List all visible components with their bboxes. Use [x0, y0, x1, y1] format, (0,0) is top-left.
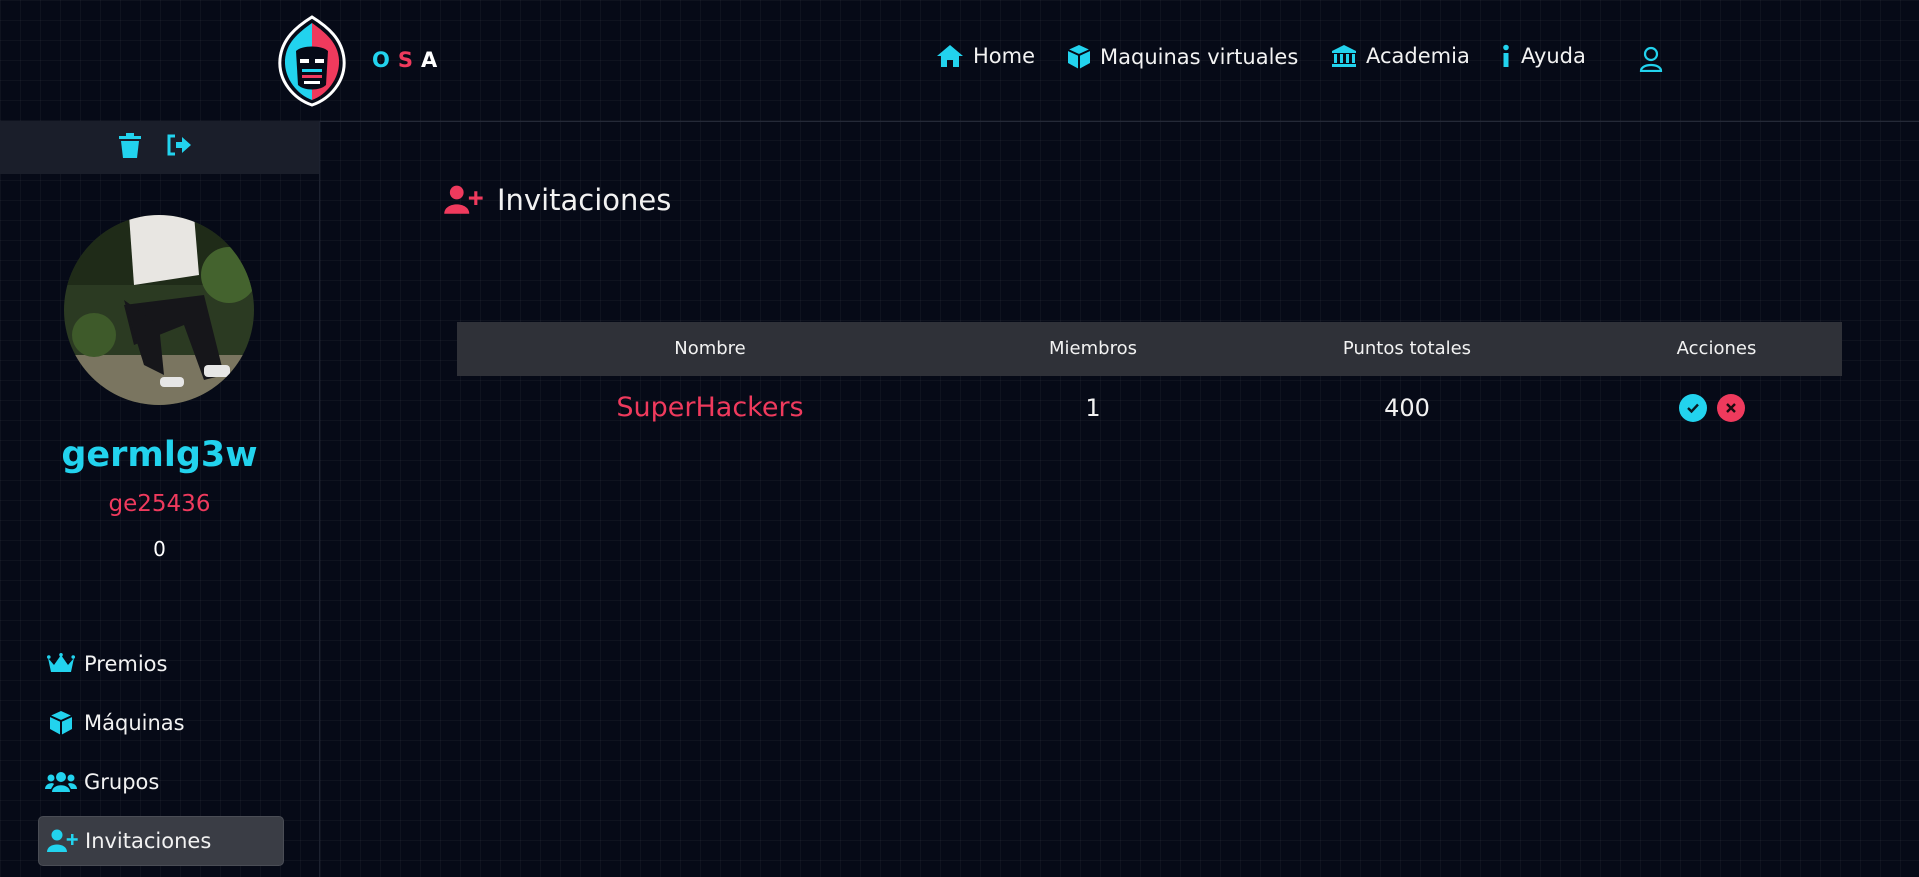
sidebar-item-grupos[interactable]: Grupos [38, 758, 282, 806]
check-icon [1687, 403, 1699, 414]
table-row: SuperHackers 1 400 [457, 376, 1842, 440]
profile-points: 0 [153, 537, 166, 561]
info-icon [1503, 44, 1509, 67]
nav-home[interactable]: Home [936, 44, 1035, 68]
user-profile-icon[interactable] [1639, 46, 1663, 76]
nav-home-label: Home [973, 44, 1036, 68]
brand-letter: S [397, 48, 421, 72]
cube-icon [1067, 45, 1091, 69]
cube-icon [38, 710, 84, 736]
nav-academy[interactable]: Academia [1331, 44, 1470, 68]
users-icon [38, 771, 84, 793]
brand-letter: O [372, 48, 398, 72]
column-header-miembros: Miembros [1049, 338, 1137, 359]
sidebar-toolbar [0, 121, 319, 174]
crown-icon [38, 653, 84, 675]
column-header-acciones: Acciones [1676, 338, 1757, 359]
university-icon [1332, 45, 1356, 67]
nav-vms-label: Maquinas virtuales [1100, 45, 1299, 69]
nav-virtual-machines[interactable]: Maquinas virtuales [1067, 44, 1298, 70]
brand-wordmark[interactable]: OSA [372, 48, 445, 72]
sidebar-item-label: Premios [84, 652, 168, 676]
column-header-puntos: Puntos totales [1342, 338, 1472, 359]
page-title-text: Invitaciones [497, 183, 672, 217]
hooded-mask-logo-icon[interactable] [276, 15, 348, 107]
nav-help-label: Ayuda [1521, 44, 1586, 68]
home-icon [937, 45, 963, 67]
trash-icon[interactable] [118, 133, 142, 163]
table-header: Nombre Miembros Puntos totales Acciones [457, 322, 1842, 376]
brand-letter: A [420, 48, 446, 72]
sidebar-item-invitaciones[interactable]: Invitaciones [38, 816, 284, 866]
sidebar-item-label: Grupos [84, 770, 160, 794]
column-header-nombre: Nombre [674, 338, 746, 359]
invitation-members: 1 [1085, 394, 1101, 422]
profile-username: germlg3w [61, 435, 258, 475]
sidebar-item-label: Invitaciones [85, 829, 212, 853]
sign-out-icon[interactable] [166, 133, 192, 161]
nav-help[interactable]: Ayuda [1500, 44, 1586, 68]
user-plus-icon [39, 829, 85, 853]
invitation-points: 400 [1384, 394, 1430, 422]
close-icon [1726, 403, 1736, 413]
top-header: OSA Home Maquinas virtuales Academia Ayu… [0, 0, 1919, 122]
sidebar-item-maquinas[interactable]: Máquinas [38, 699, 282, 747]
invitation-team-name[interactable]: SuperHackers [457, 376, 963, 440]
accept-invitation-button[interactable] [1679, 394, 1707, 422]
profile-code: ge25436 [108, 491, 211, 517]
nav-academy-label: Academia [1366, 44, 1470, 68]
page-title: Invitaciones [443, 183, 671, 217]
avatar[interactable] [64, 215, 254, 405]
user-plus-icon [444, 185, 483, 214]
sidebar-item-premios[interactable]: Premios [38, 640, 282, 688]
sidebar: germlg3w ge25436 0 Premios Máquinas Grup… [0, 121, 320, 877]
reject-invitation-button[interactable] [1717, 394, 1745, 422]
sidebar-item-label: Máquinas [84, 711, 185, 735]
